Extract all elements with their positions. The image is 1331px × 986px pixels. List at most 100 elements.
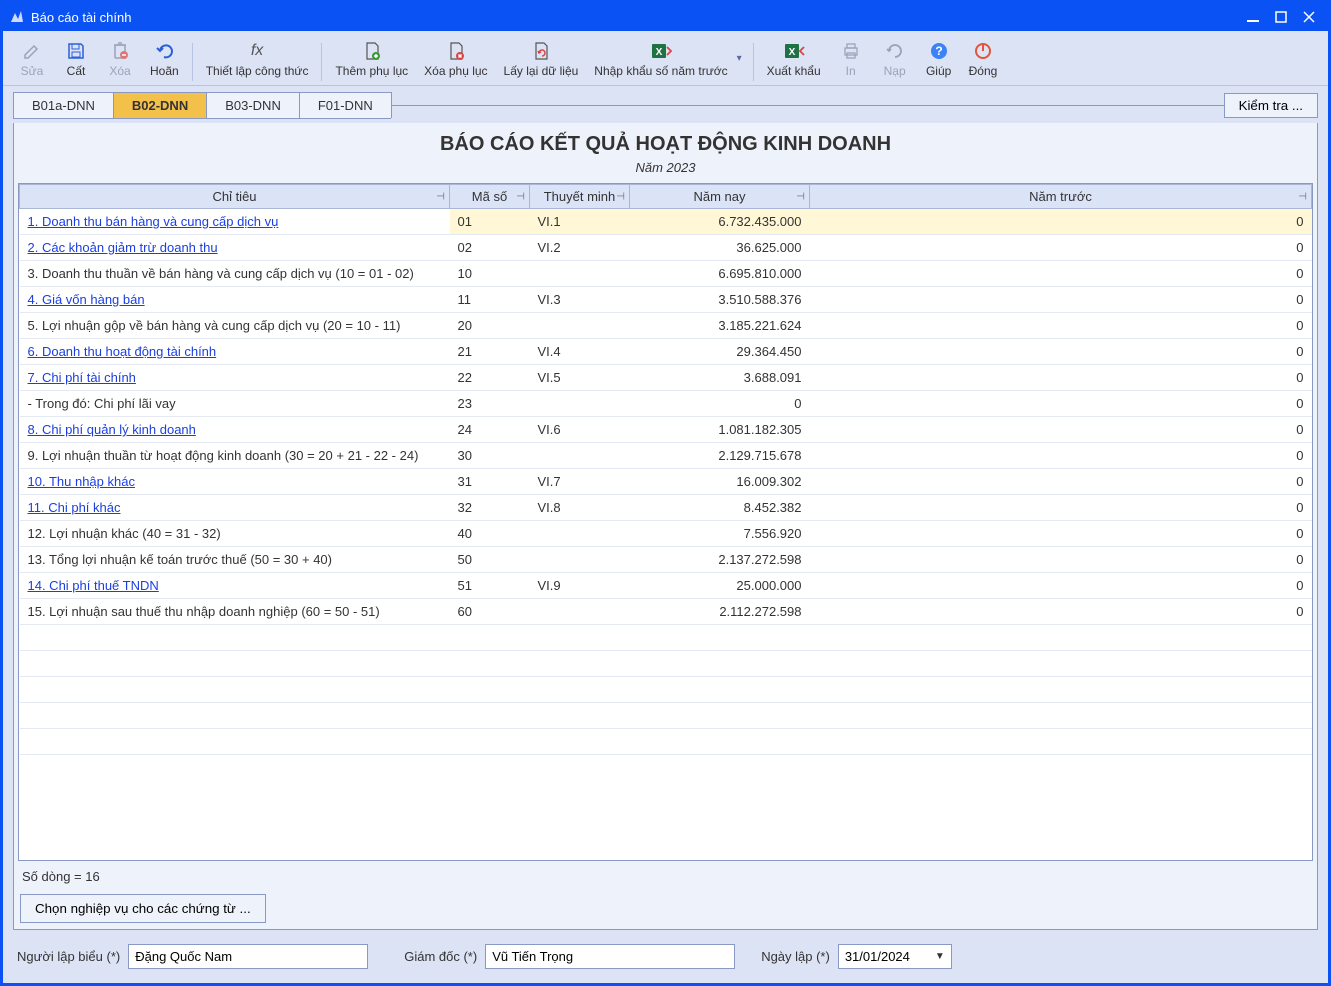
- reload-data-button[interactable]: Lấy lại dữ liệu: [497, 37, 586, 81]
- table-row[interactable]: 14. Chi phí thuế TNDN51VI.925.000.0000: [20, 573, 1312, 599]
- cell-chitieu[interactable]: 10. Thu nhập khác: [20, 469, 450, 495]
- table-row[interactable]: 10. Thu nhập khác31VI.716.009.3020: [20, 469, 1312, 495]
- cell-namtruoc[interactable]: 0: [810, 235, 1312, 261]
- cell-namnay[interactable]: 6.732.435.000: [630, 209, 810, 235]
- pin-icon[interactable]: ⊣: [516, 191, 525, 202]
- tab-b01a-dnn[interactable]: B01a-DNN: [13, 92, 114, 118]
- cell-chitieu[interactable]: 14. Chi phí thuế TNDN: [20, 573, 450, 599]
- cell-namtruoc[interactable]: 0: [810, 547, 1312, 573]
- cell-namtruoc[interactable]: 0: [810, 391, 1312, 417]
- add-appendix-button[interactable]: Thêm phụ lục: [328, 37, 415, 81]
- cell-namnay[interactable]: 2.129.715.678: [630, 443, 810, 469]
- cell-namtruoc[interactable]: 0: [810, 521, 1312, 547]
- table-row[interactable]: 13. Tổng lợi nhuận kế toán trước thuế (5…: [20, 547, 1312, 573]
- cell-chitieu[interactable]: 7. Chi phí tài chính: [20, 365, 450, 391]
- cell-namnay[interactable]: 2.112.272.598: [630, 599, 810, 625]
- print-button[interactable]: In: [830, 37, 872, 81]
- import-prev-year-button[interactable]: X Nhập khẩu số năm trước: [587, 37, 734, 81]
- table-row[interactable]: 7. Chi phí tài chính22VI.53.688.0910: [20, 365, 1312, 391]
- refresh-icon: [884, 40, 906, 62]
- data-grid[interactable]: Chỉ tiêu⊣ Mã số⊣ Thuyết minh⊣ Năm nay⊣ N…: [18, 183, 1313, 861]
- cell-namtruoc[interactable]: 0: [810, 313, 1312, 339]
- cell-namtruoc[interactable]: 0: [810, 469, 1312, 495]
- cell-namtruoc[interactable]: 0: [810, 287, 1312, 313]
- table-row[interactable]: 15. Lợi nhuận sau thuế thu nhập doanh ng…: [20, 599, 1312, 625]
- cell-maso: 21: [450, 339, 530, 365]
- preparer-input[interactable]: [128, 944, 368, 969]
- cell-namnay[interactable]: 2.137.272.598: [630, 547, 810, 573]
- cell-namnay[interactable]: 25.000.000: [630, 573, 810, 599]
- remove-appendix-button[interactable]: Xóa phụ lục: [417, 37, 494, 81]
- col-header-namtruoc[interactable]: Năm trước⊣: [810, 185, 1312, 209]
- col-header-maso[interactable]: Mã số⊣: [450, 185, 530, 209]
- cell-chitieu[interactable]: 2. Các khoản giảm trừ doanh thu: [20, 235, 450, 261]
- choose-transaction-button[interactable]: Chọn nghiệp vụ cho các chứng từ ...: [20, 894, 266, 923]
- refresh-button[interactable]: Nạp: [874, 37, 916, 81]
- close-action-button[interactable]: Đóng: [962, 37, 1005, 81]
- table-row[interactable]: 11. Chi phí khác32VI.88.452.3820: [20, 495, 1312, 521]
- cell-namnay[interactable]: 36.625.000: [630, 235, 810, 261]
- check-button[interactable]: Kiểm tra ...: [1224, 93, 1318, 118]
- cell-namtruoc[interactable]: 0: [810, 365, 1312, 391]
- table-row[interactable]: 9. Lợi nhuận thuần từ hoạt động kinh doa…: [20, 443, 1312, 469]
- table-row[interactable]: 8. Chi phí quản lý kinh doanh24VI.61.081…: [20, 417, 1312, 443]
- close-button[interactable]: [1300, 8, 1318, 26]
- cell-namnay[interactable]: 3.510.588.376: [630, 287, 810, 313]
- cell-namnay[interactable]: 0: [630, 391, 810, 417]
- cell-namnay[interactable]: 16.009.302: [630, 469, 810, 495]
- cell-namnay[interactable]: 6.695.810.000: [630, 261, 810, 287]
- pin-icon[interactable]: ⊣: [616, 191, 625, 202]
- cell-namtruoc[interactable]: 0: [810, 417, 1312, 443]
- table-row[interactable]: 6. Doanh thu hoạt động tài chính21VI.429…: [20, 339, 1312, 365]
- tab-b03-dnn[interactable]: B03-DNN: [206, 92, 300, 118]
- cell-namtruoc[interactable]: 0: [810, 339, 1312, 365]
- cell-namnay[interactable]: 3.688.091: [630, 365, 810, 391]
- edit-button[interactable]: Sửa: [11, 37, 53, 81]
- cell-namnay[interactable]: 7.556.920: [630, 521, 810, 547]
- table-row[interactable]: 3. Doanh thu thuần về bán hàng và cung c…: [20, 261, 1312, 287]
- cell-namtruoc[interactable]: 0: [810, 261, 1312, 287]
- director-input[interactable]: [485, 944, 735, 969]
- cell-namtruoc[interactable]: 0: [810, 209, 1312, 235]
- table-row[interactable]: 5. Lợi nhuận gộp về bán hàng và cung cấp…: [20, 313, 1312, 339]
- cell-chitieu[interactable]: 6. Doanh thu hoạt động tài chính: [20, 339, 450, 365]
- col-header-thuyetminh[interactable]: Thuyết minh⊣: [530, 185, 630, 209]
- cell-chitieu[interactable]: 1. Doanh thu bán hàng và cung cấp dịch v…: [20, 209, 450, 235]
- cell-namtruoc[interactable]: 0: [810, 495, 1312, 521]
- date-input[interactable]: [839, 945, 929, 968]
- table-row[interactable]: 12. Lợi nhuận khác (40 = 31 - 32)407.556…: [20, 521, 1312, 547]
- cell-namtruoc[interactable]: 0: [810, 573, 1312, 599]
- table-row[interactable]: 4. Giá vốn hàng bán11VI.33.510.588.3760: [20, 287, 1312, 313]
- col-header-chitieu[interactable]: Chỉ tiêu⊣: [20, 185, 450, 209]
- maximize-button[interactable]: [1272, 8, 1290, 26]
- table-row[interactable]: 1. Doanh thu bán hàng và cung cấp dịch v…: [20, 209, 1312, 235]
- pin-icon[interactable]: ⊣: [796, 191, 805, 202]
- export-button[interactable]: X Xuất khẩu: [760, 37, 828, 81]
- cell-namtruoc[interactable]: 0: [810, 599, 1312, 625]
- pin-icon[interactable]: ⊣: [1298, 191, 1307, 202]
- minimize-button[interactable]: [1244, 8, 1262, 26]
- cell-chitieu[interactable]: 4. Giá vốn hàng bán: [20, 287, 450, 313]
- cell-namnay[interactable]: 8.452.382: [630, 495, 810, 521]
- table-row[interactable]: 2. Các khoản giảm trừ doanh thu02VI.236.…: [20, 235, 1312, 261]
- tab-f01-dnn[interactable]: F01-DNN: [299, 92, 392, 118]
- undo-button[interactable]: Hoãn: [143, 37, 186, 81]
- cell-thuyetminh: [530, 391, 630, 417]
- cell-namtruoc[interactable]: 0: [810, 443, 1312, 469]
- save-button[interactable]: Cất: [55, 37, 97, 81]
- date-dropdown-icon[interactable]: ▼: [929, 951, 951, 962]
- tab-b02-dnn[interactable]: B02-DNN: [113, 92, 207, 118]
- table-row[interactable]: - Trong đó: Chi phí lãi vay2300: [20, 391, 1312, 417]
- cell-chitieu[interactable]: 8. Chi phí quản lý kinh doanh: [20, 417, 450, 443]
- cell-namnay[interactable]: 29.364.450: [630, 339, 810, 365]
- pin-icon[interactable]: ⊣: [436, 191, 445, 202]
- help-button[interactable]: ? Giúp: [918, 37, 960, 81]
- formula-button[interactable]: fx Thiết lập công thức: [199, 37, 316, 81]
- delete-button[interactable]: Xóa: [99, 37, 141, 81]
- doc-x-icon: [445, 40, 467, 62]
- cell-namnay[interactable]: 1.081.182.305: [630, 417, 810, 443]
- col-header-namnay[interactable]: Năm nay⊣: [630, 185, 810, 209]
- cell-namnay[interactable]: 3.185.221.624: [630, 313, 810, 339]
- import-dropdown-icon[interactable]: ▾: [737, 53, 747, 66]
- cell-chitieu[interactable]: 11. Chi phí khác: [20, 495, 450, 521]
